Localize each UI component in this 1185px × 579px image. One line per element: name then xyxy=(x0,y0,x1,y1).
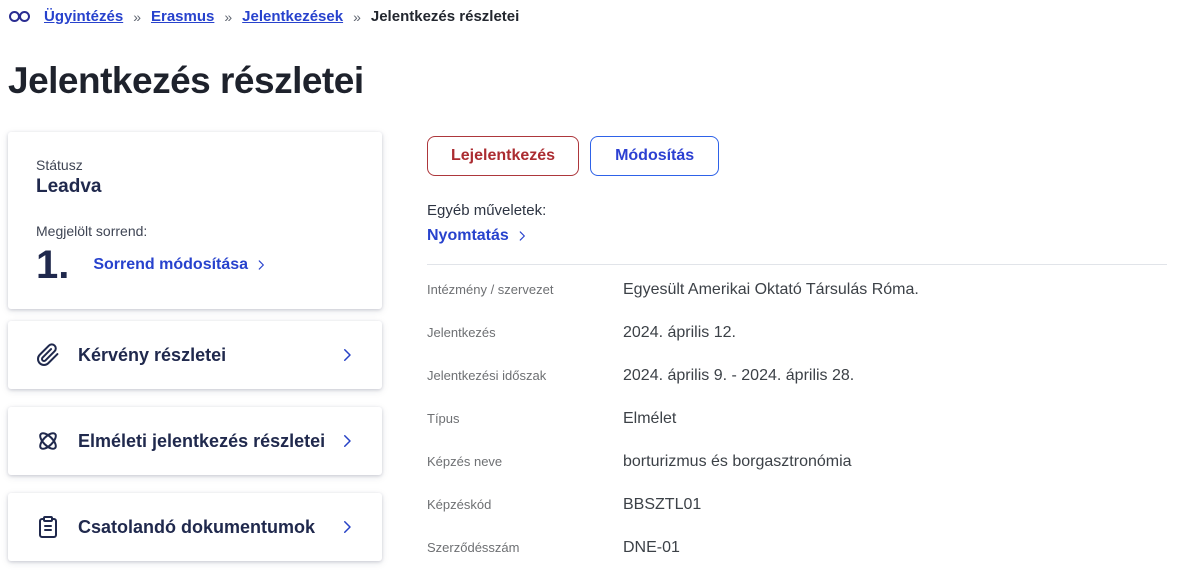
nav-card-elmeleti-jelentkezes[interactable]: Elméleti jelentkezés részletei xyxy=(8,407,382,475)
order-row: 1. Sorrend módosítása xyxy=(36,243,354,287)
detail-row-jelentkezes: Jelentkezés 2024. április 12. xyxy=(427,311,1167,354)
lejelentkezes-button[interactable]: Lejelentkezés xyxy=(427,136,579,176)
detail-label: Jelentkezési időszak xyxy=(427,368,623,383)
nav-card-label: Csatolandó dokumentumok xyxy=(78,517,315,538)
modositas-button[interactable]: Módosítás xyxy=(590,136,719,176)
chevron-right-icon xyxy=(338,432,356,450)
print-link-label: Nyomtatás xyxy=(427,227,509,245)
page: Ügyintézés » Erasmus » Jelentkezések » J… xyxy=(0,0,1185,579)
breadcrumb-separator: » xyxy=(224,9,232,25)
chevron-right-icon xyxy=(254,258,268,272)
order-number: 1. xyxy=(36,243,69,287)
detail-value: 2024. április 12. xyxy=(623,323,736,342)
atom-icon xyxy=(36,429,60,453)
print-link[interactable]: Nyomtatás xyxy=(427,227,529,245)
action-buttons: Lejelentkezés Módosítás xyxy=(427,136,1167,176)
detail-label: Típus xyxy=(427,411,623,426)
detail-value: 2024. április 9. - 2024. április 28. xyxy=(623,366,854,385)
breadcrumb: Ügyintézés » Erasmus » Jelentkezések » J… xyxy=(0,0,1185,25)
detail-value: borturizmus és borgasztronómia xyxy=(623,452,852,471)
divider xyxy=(427,264,1167,265)
content: Státusz Leadva Megjelölt sorrend: 1. Sor… xyxy=(0,132,1185,579)
paperclip-icon xyxy=(36,343,60,367)
detail-row-intezmeny: Intézmény / szervezet Egyesült Amerikai … xyxy=(427,268,1167,311)
sidebar: Státusz Leadva Megjelölt sorrend: 1. Sor… xyxy=(8,132,382,579)
page-title: Jelentkezés részletei xyxy=(8,59,1185,103)
breadcrumb-current: Jelentkezés részletei xyxy=(371,8,519,25)
status-value: Leadva xyxy=(36,176,354,198)
other-actions-label: Egyéb műveletek: xyxy=(427,202,1167,219)
detail-row-kepzeskod: Képzéskód BBSZTL01 xyxy=(427,483,1167,526)
clipboard-icon xyxy=(36,515,60,539)
detail-label: Képzés neve xyxy=(427,454,623,469)
detail-label: Jelentkezés xyxy=(427,325,623,340)
details-list: Intézmény / szervezet Egyesült Amerikai … xyxy=(427,268,1167,569)
detail-value: BBSZTL01 xyxy=(623,495,701,514)
breadcrumb-link-ugyintezes[interactable]: Ügyintézés xyxy=(44,8,123,25)
breadcrumb-link-jelentkezesek[interactable]: Jelentkezések xyxy=(242,8,343,25)
nav-card-label: Kérvény részletei xyxy=(78,345,226,366)
nav-card-label: Elméleti jelentkezés részletei xyxy=(78,431,325,452)
status-label: Státusz xyxy=(36,157,354,173)
order-modify-link[interactable]: Sorrend módosítása xyxy=(93,256,268,274)
order-modify-link-label: Sorrend módosítása xyxy=(93,256,248,274)
chevron-right-icon xyxy=(338,518,356,536)
breadcrumb-link-erasmus[interactable]: Erasmus xyxy=(151,8,214,25)
main-panel: Lejelentkezés Módosítás Egyéb műveletek:… xyxy=(427,132,1185,579)
detail-value: Egyesült Amerikai Oktató Társulás Róma. xyxy=(623,280,919,299)
status-card: Státusz Leadva Megjelölt sorrend: 1. Sor… xyxy=(8,132,382,309)
chevron-right-icon xyxy=(515,229,529,243)
neptun-logo-icon[interactable] xyxy=(9,11,30,22)
detail-row-jelentkezesi-idoszak: Jelentkezési időszak 2024. április 9. - … xyxy=(427,354,1167,397)
nav-card-csatolando-dokumentumok[interactable]: Csatolandó dokumentumok xyxy=(8,493,382,561)
detail-row-tipus: Típus Elmélet xyxy=(427,397,1167,440)
detail-row-kepzes-neve: Képzés neve borturizmus és borgasztronóm… xyxy=(427,440,1167,483)
detail-value: Elmélet xyxy=(623,409,676,428)
order-label: Megjelölt sorrend: xyxy=(36,223,354,239)
detail-label: Intézmény / szervezet xyxy=(427,282,623,297)
detail-value: DNE-01 xyxy=(623,538,680,557)
detail-label: Szerződésszám xyxy=(427,540,623,555)
detail-row-szerzodesszam: Szerződésszám DNE-01 xyxy=(427,526,1167,569)
breadcrumb-separator: » xyxy=(353,9,361,25)
breadcrumb-separator: » xyxy=(133,9,141,25)
detail-label: Képzéskód xyxy=(427,497,623,512)
nav-card-kerveny-reszletei[interactable]: Kérvény részletei xyxy=(8,321,382,389)
chevron-right-icon xyxy=(338,346,356,364)
